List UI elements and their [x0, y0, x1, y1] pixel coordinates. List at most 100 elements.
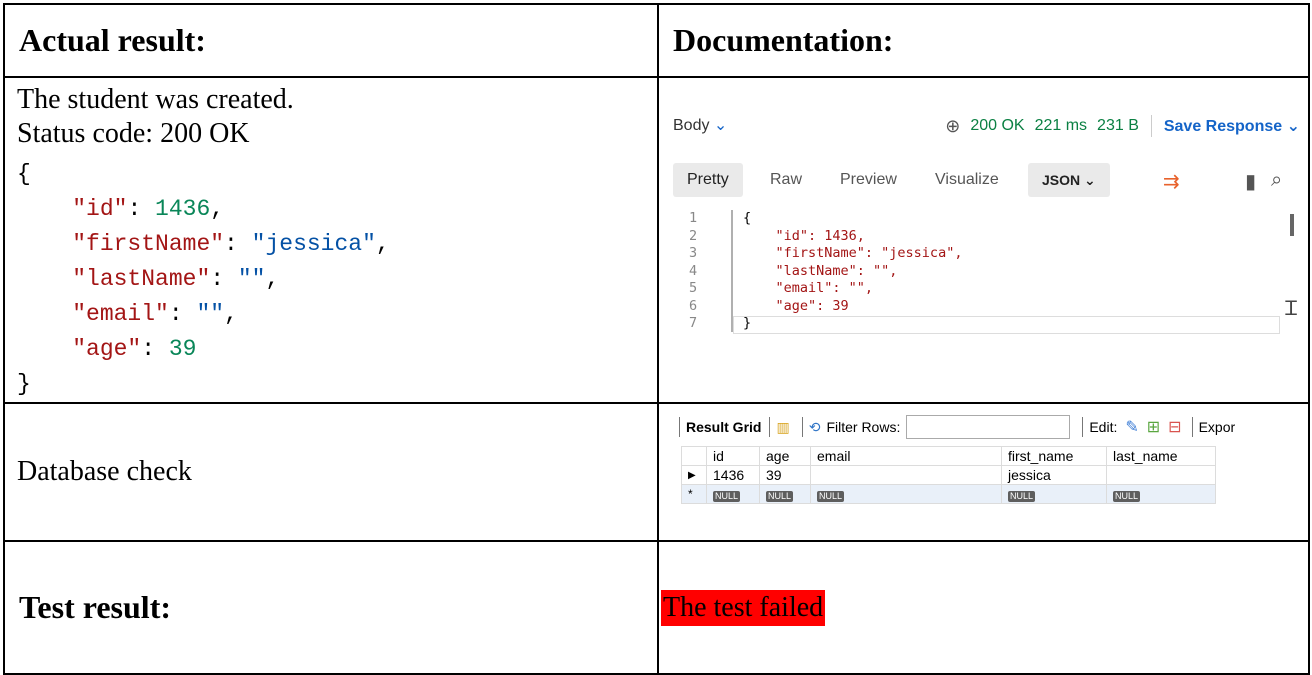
json-key-firstname: "firstName"	[72, 231, 225, 257]
divider	[1150, 115, 1152, 137]
code-line: {	[743, 210, 752, 226]
tab-raw[interactable]: Raw	[770, 163, 802, 197]
cell-age[interactable]: NULL	[759, 484, 811, 504]
null-badge: NULL	[1008, 491, 1036, 502]
cell-email[interactable]: NULL	[810, 484, 1002, 504]
new-row-icon: *	[681, 484, 707, 504]
cell-first-name[interactable]: jessica	[1001, 465, 1107, 485]
globe-icon[interactable]: ⊕	[945, 116, 960, 137]
row-selected-icon: ▶	[681, 465, 707, 485]
line-number: 6	[689, 297, 698, 314]
result-grid-toolbar: Result Grid ▥ ⟲ Filter Rows: Edit: ✎ ⊞ ⊟…	[679, 414, 1235, 440]
filter-rows-input[interactable]	[906, 415, 1071, 439]
postman-response-bar: Body ⌄ ⊕ 200 OK 221 ms 231 B Save Respon…	[673, 115, 1300, 141]
cell-id[interactable]: NULL	[706, 484, 760, 504]
line-number: 2	[689, 227, 698, 244]
tab-visualize[interactable]: Visualize	[935, 163, 999, 197]
documentation-header: Documentation:	[657, 3, 1310, 78]
json-value-email: ""	[196, 301, 225, 327]
null-badge: NULL	[766, 491, 794, 502]
json-value-firstname: "jessica"	[251, 231, 376, 257]
tab-pretty[interactable]: Pretty	[673, 163, 743, 197]
created-message: The student was created.	[17, 84, 294, 115]
row-marker-header	[681, 446, 707, 466]
test-case-table: Actual result: Documentation: The studen…	[3, 3, 1310, 675]
database-check-cell: Database check	[3, 402, 659, 542]
code-line: }	[743, 315, 752, 331]
result-grid: id age email first_name last_name ▶ 1436…	[681, 446, 1216, 504]
column-header-id[interactable]: id	[706, 446, 760, 466]
column-header-age[interactable]: age	[759, 446, 811, 466]
insert-row-icon[interactable]: ⊞	[1147, 417, 1160, 437]
cell-age[interactable]: 39	[759, 465, 811, 485]
chevron-down-icon: ⌄	[1084, 172, 1096, 188]
gutter-divider	[731, 210, 733, 332]
toolbar-divider	[801, 417, 803, 437]
result-grid-title[interactable]: Result Grid	[686, 419, 761, 435]
cell-last-name[interactable]: NULL	[1106, 484, 1216, 504]
json-key-lastname: "lastName"	[72, 266, 211, 292]
postman-response-panel: Body ⌄ ⊕ 200 OK 221 ms 231 B Save Respon…	[657, 76, 1310, 404]
test-result-cell: The test failed	[657, 540, 1310, 675]
toolbar-divider	[1191, 417, 1193, 437]
json-key-email: "email"	[72, 301, 169, 327]
format-dropdown[interactable]: JSON ⌄	[1028, 163, 1110, 197]
line-number-gutter: 1 2 3 4 5 6 7	[689, 210, 709, 333]
null-badge: NULL	[817, 491, 845, 502]
copy-icon[interactable]: ▮	[1245, 169, 1256, 194]
edit-row-icon[interactable]: ✎	[1125, 417, 1138, 437]
chevron-down-icon: ⌄	[1286, 118, 1300, 135]
actual-result-header: Actual result:	[3, 3, 659, 78]
null-badge: NULL	[1113, 491, 1141, 502]
json-value-id: 1436	[155, 196, 211, 222]
cell-email[interactable]	[810, 465, 1002, 485]
body-dropdown[interactable]: Body ⌄	[673, 115, 727, 135]
refresh-icon[interactable]: ⟲	[809, 419, 821, 436]
tab-preview[interactable]: Preview	[840, 163, 897, 197]
status-badge: 200 OK	[970, 117, 1025, 134]
edit-label: Edit:	[1089, 419, 1118, 435]
column-header-email[interactable]: email	[810, 446, 1002, 466]
code-line: "firstName": "jessica",	[743, 245, 963, 261]
code-line: "id": 1436,	[743, 227, 865, 244]
response-code-viewer: 1 2 3 4 5 6 7 { "id": 1436, "firstName":…	[673, 210, 1300, 334]
filter-rows-label: Filter Rows:	[826, 419, 901, 435]
line-number: 5	[689, 280, 698, 296]
line-number: 4	[689, 262, 698, 279]
delete-row-icon[interactable]: ⊟	[1168, 417, 1181, 437]
column-header-first-name[interactable]: first_name	[1001, 446, 1107, 466]
json-value-lastname: ""	[237, 266, 266, 292]
cell-first-name[interactable]: NULL	[1001, 484, 1107, 504]
code-line: "age": 39	[743, 297, 849, 314]
wrap-lines-icon[interactable]: ⇉	[1163, 169, 1180, 194]
save-response-button[interactable]: Save Response ⌄	[1164, 116, 1300, 136]
code-lines[interactable]: { "id": 1436, "firstName": "jessica", "l…	[743, 210, 962, 333]
json-key-id: "id"	[72, 196, 128, 222]
toolbar-divider	[1082, 417, 1084, 437]
code-line: "email": "",	[743, 280, 874, 296]
response-time: 221 ms	[1034, 117, 1088, 134]
toolbar-divider	[769, 417, 771, 437]
scrollbar[interactable]	[1290, 214, 1294, 236]
result-grid-panel: Result Grid ▥ ⟲ Filter Rows: Edit: ✎ ⊞ ⊟…	[657, 402, 1310, 542]
status-code-text: Status code: 200 OK	[17, 118, 250, 149]
export-button[interactable]: Expor	[1199, 419, 1236, 435]
toolbar-divider	[679, 417, 680, 437]
grid-layout-icon[interactable]: ▥	[776, 419, 789, 436]
line-number: 7	[689, 315, 698, 331]
table-row[interactable]: ▶ 1436 39 jessica	[681, 465, 1216, 485]
test-result-label: Test result:	[3, 540, 659, 675]
new-row[interactable]: * NULL NULL NULL NULL NULL	[681, 484, 1216, 504]
database-check-label: Database check	[17, 456, 192, 487]
json-open-brace: {	[17, 161, 31, 187]
cell-id[interactable]: 1436	[706, 465, 760, 485]
json-close-brace: }	[17, 371, 31, 397]
cell-last-name[interactable]	[1106, 465, 1216, 485]
line-number: 1	[689, 210, 698, 226]
column-header-last-name[interactable]: last_name	[1106, 446, 1216, 466]
search-icon[interactable]: ⌕	[1271, 169, 1282, 192]
text-cursor-icon: Ꮖ	[1284, 296, 1298, 320]
grid-header-row: id age email first_name last_name	[681, 446, 1216, 466]
response-json: { "id": 1436, "firstName": "jessica", "l…	[17, 161, 390, 397]
response-size: 231 B	[1097, 117, 1139, 134]
